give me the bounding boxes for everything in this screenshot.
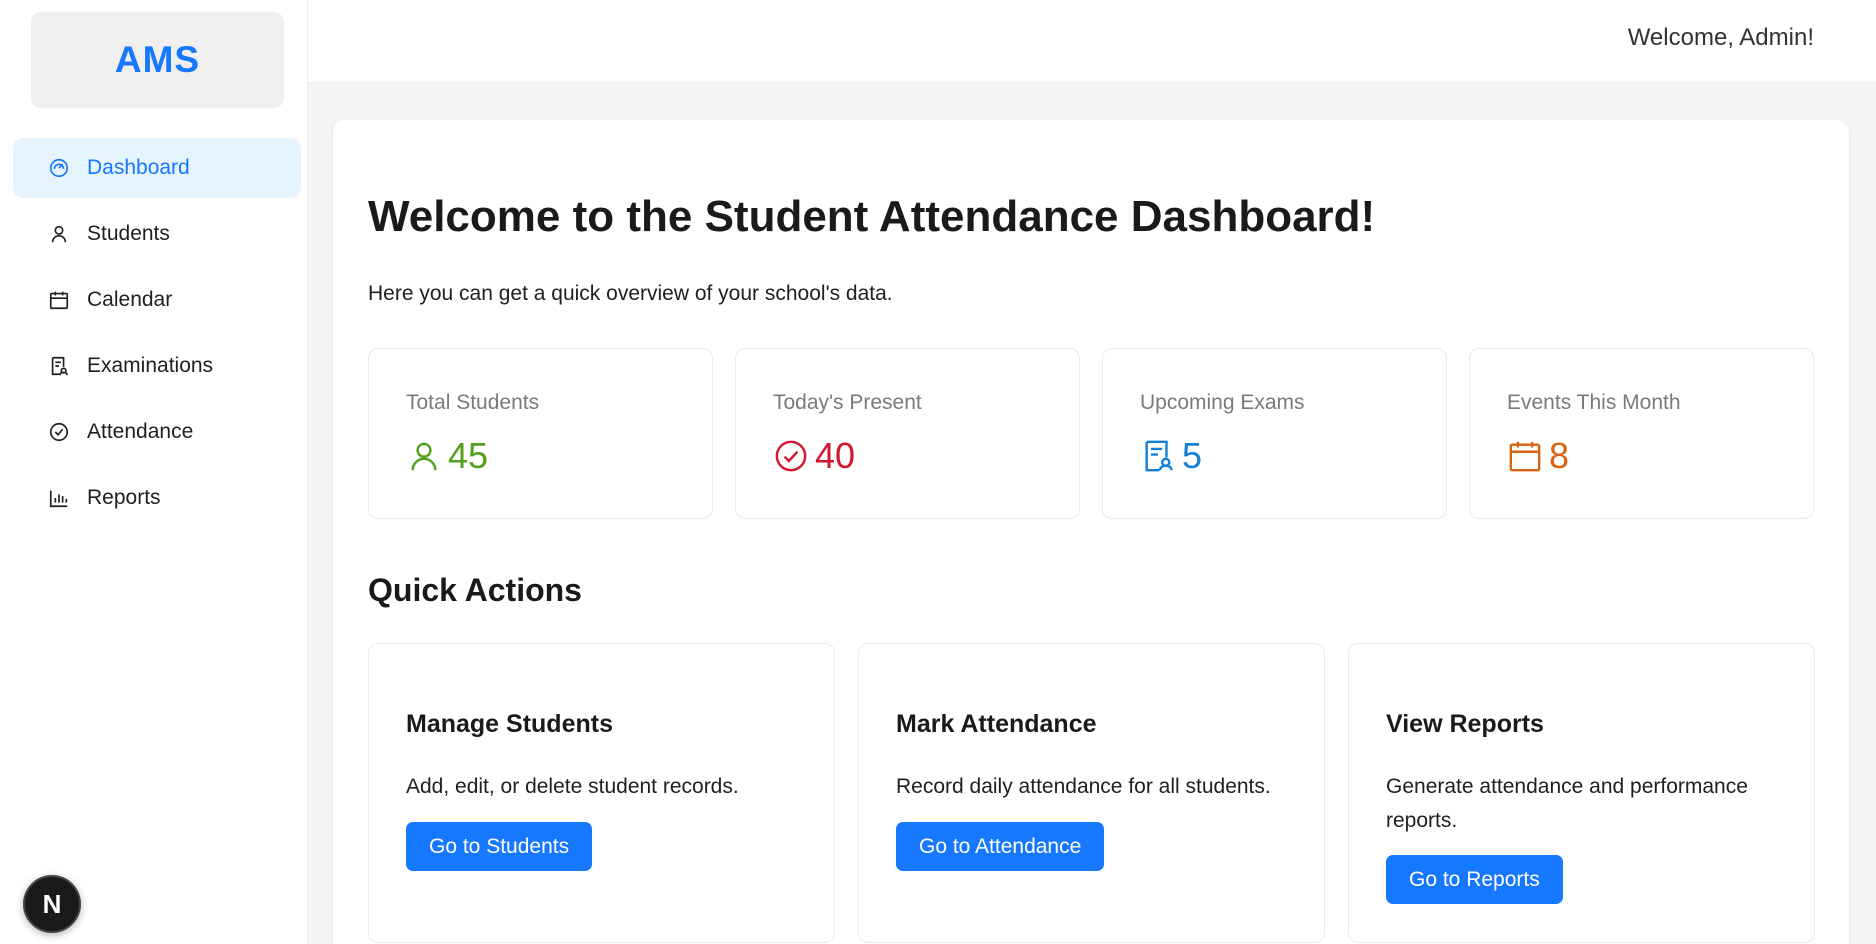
stat-value-row: 5 <box>1140 435 1202 477</box>
user-icon <box>406 438 442 474</box>
sidebar-item-attendance[interactable]: Attendance <box>13 402 301 462</box>
sidebar-item-calendar[interactable]: Calendar <box>13 270 301 330</box>
main-content: Welcome to the Student Attendance Dashbo… <box>333 120 1849 944</box>
calendar-icon <box>1507 438 1543 474</box>
logo-text: AMS <box>114 39 201 80</box>
sidebar-item-label: Dashboard <box>87 156 190 179</box>
action-title: Manage Students <box>406 710 613 738</box>
stat-card-total-students: Total Students 45 <box>368 348 713 519</box>
sidebar-item-label: Reports <box>87 486 161 509</box>
sidebar-item-examinations[interactable]: Examinations <box>13 336 301 396</box>
exam-icon <box>1140 438 1176 474</box>
welcome-admin-text: Welcome, Admin! <box>1627 24 1814 51</box>
bar-chart-icon <box>47 486 71 510</box>
app-logo[interactable]: AMS <box>31 12 284 108</box>
sidebar-item-reports[interactable]: Reports <box>13 468 301 528</box>
page-title: Welcome to the Student Attendance Dashbo… <box>368 192 1376 241</box>
stat-label: Events This Month <box>1507 391 1681 414</box>
action-title: Mark Attendance <box>896 710 1097 738</box>
stat-value: 45 <box>448 435 489 476</box>
quick-actions-title: Quick Actions <box>368 572 582 608</box>
check-circle-icon <box>773 438 809 474</box>
nextjs-badge[interactable]: N <box>23 875 81 933</box>
go-to-students-button[interactable]: Go to Students <box>406 822 593 871</box>
stat-label: Upcoming Exams <box>1140 391 1305 414</box>
stat-value-row: 40 <box>773 435 855 477</box>
stat-card-events-this-month: Events This Month 8 <box>1469 348 1814 519</box>
sidebar-item-label: Students <box>87 222 170 245</box>
stat-value: 40 <box>815 435 856 476</box>
sidebar-item-label: Examinations <box>87 354 214 377</box>
go-to-reports-button[interactable]: Go to Reports <box>1386 855 1563 904</box>
go-to-attendance-button[interactable]: Go to Attendance <box>896 822 1105 871</box>
sidebar-item-label: Calendar <box>87 288 173 311</box>
calendar-icon <box>47 288 71 312</box>
stat-value-row: 45 <box>406 435 488 477</box>
sidebar-item-students[interactable]: Students <box>13 204 301 264</box>
action-card-manage-students: Manage Students Add, edit, or delete stu… <box>368 643 835 943</box>
action-card-mark-attendance: Mark Attendance Record daily attendance … <box>858 643 1325 943</box>
sidebar-item-dashboard[interactable]: Dashboard <box>13 138 301 198</box>
stat-label: Total Students <box>406 391 540 414</box>
exam-icon <box>47 354 71 378</box>
action-description: Add, edit, or delete student records. <box>406 775 739 798</box>
action-title: View Reports <box>1386 710 1544 738</box>
stat-label: Today's Present <box>773 391 922 414</box>
check-circle-icon <box>47 420 71 444</box>
quick-actions: Manage Students Add, edit, or delete stu… <box>368 643 1815 943</box>
stat-value: 5 <box>1182 435 1203 476</box>
user-icon <box>47 222 71 246</box>
stat-value: 8 <box>1549 435 1570 476</box>
stats-row: Total Students 45 Today's Present 40 Upc… <box>368 348 1815 519</box>
page-subtitle: Here you can get a quick overview of you… <box>368 282 893 305</box>
action-description: Record daily attendance for all students… <box>896 775 1271 798</box>
sidebar-item-label: Attendance <box>87 420 194 443</box>
action-card-view-reports: View Reports Generate attendance and per… <box>1348 643 1815 943</box>
dashboard-icon <box>47 156 71 180</box>
top-header: Welcome, Admin! <box>308 0 1876 83</box>
stat-card-todays-present: Today's Present 40 <box>735 348 1080 519</box>
stat-value-row: 8 <box>1507 435 1569 477</box>
sidebar: AMS Dashboard Students Calendar Examinat… <box>0 0 308 944</box>
sidebar-menu: Dashboard Students Calendar Examinations… <box>13 138 301 534</box>
action-description: Generate attendance and performance repo… <box>1386 775 1748 832</box>
nextjs-badge-letter: N <box>42 888 62 919</box>
stat-card-upcoming-exams: Upcoming Exams 5 <box>1102 348 1447 519</box>
